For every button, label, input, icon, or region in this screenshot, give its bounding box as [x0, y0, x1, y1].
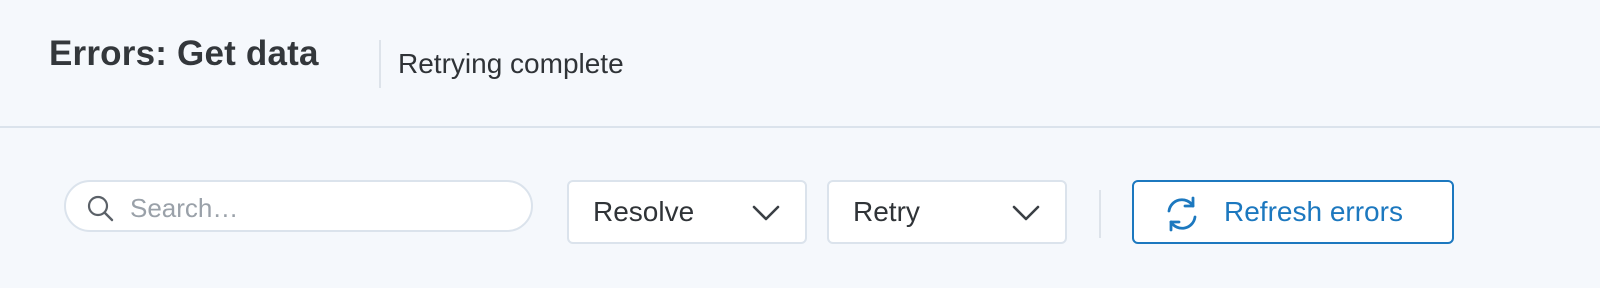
toolbar-divider [1099, 190, 1101, 238]
resolve-dropdown-label: Resolve [593, 196, 695, 227]
retry-dropdown-label: Retry [853, 196, 920, 227]
status-text: Retrying complete [398, 48, 624, 79]
retry-dropdown[interactable]: Retry [827, 180, 1067, 244]
search-box[interactable] [64, 180, 533, 232]
chevron-down-icon [1011, 202, 1041, 224]
page-title: Errors: Get data [49, 34, 319, 73]
header-divider [379, 40, 381, 88]
chevron-down-icon [751, 202, 781, 224]
resolve-dropdown[interactable]: Resolve [567, 180, 807, 244]
refresh-errors-button[interactable]: Refresh errors [1132, 180, 1454, 244]
refresh-icon [1162, 194, 1202, 234]
search-input[interactable] [128, 190, 512, 226]
page-header: Errors: Get data Retrying complete [0, 0, 1600, 128]
refresh-errors-label: Refresh errors [1224, 196, 1403, 227]
search-icon [86, 194, 114, 222]
